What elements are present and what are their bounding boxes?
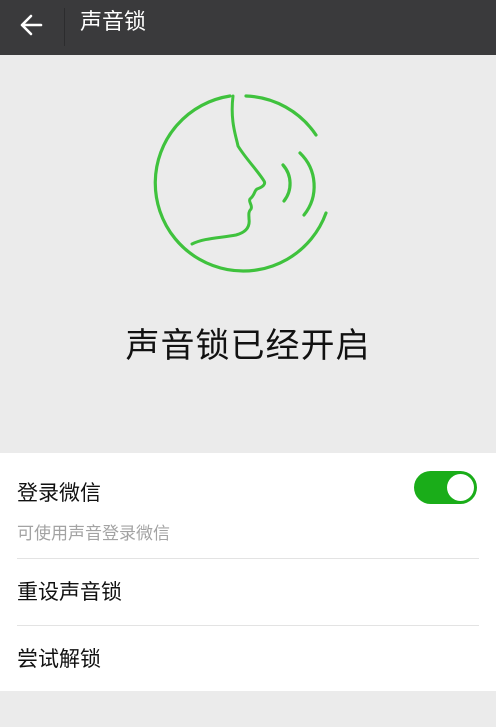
login-wechat-toggle[interactable] — [414, 471, 477, 504]
reset-voice-lock-label: 重设声音锁 — [17, 580, 122, 604]
reset-voice-lock-item[interactable]: 重设声音锁 — [0, 559, 496, 625]
status-hero: 声音锁已经开启 — [0, 55, 496, 453]
try-unlock-label: 尝试解锁 — [17, 647, 101, 671]
try-unlock-item[interactable]: 尝试解锁 — [0, 626, 496, 692]
header-divider — [64, 8, 65, 46]
voice-lock-screen: 声音锁 声音锁已经开启 登录微信 可使用声音登录微信 重设声音锁 尝试解锁 — [0, 0, 496, 727]
page-title: 声音锁 — [80, 10, 147, 35]
login-wechat-subtitle: 可使用声音登录微信 — [17, 524, 170, 544]
login-wechat-row: 登录微信 可使用声音登录微信 — [0, 453, 496, 558]
top-bar: 声音锁 — [0, 0, 496, 55]
back-button[interactable] — [8, 4, 54, 50]
voice-face-icon — [150, 91, 340, 281]
toggle-knob — [447, 474, 474, 501]
login-wechat-label: 登录微信 — [17, 481, 101, 505]
settings-list: 登录微信 可使用声音登录微信 重设声音锁 尝试解锁 — [0, 453, 496, 691]
voice-lock-status: 声音锁已经开启 — [125, 326, 371, 366]
back-arrow-icon — [19, 14, 43, 40]
